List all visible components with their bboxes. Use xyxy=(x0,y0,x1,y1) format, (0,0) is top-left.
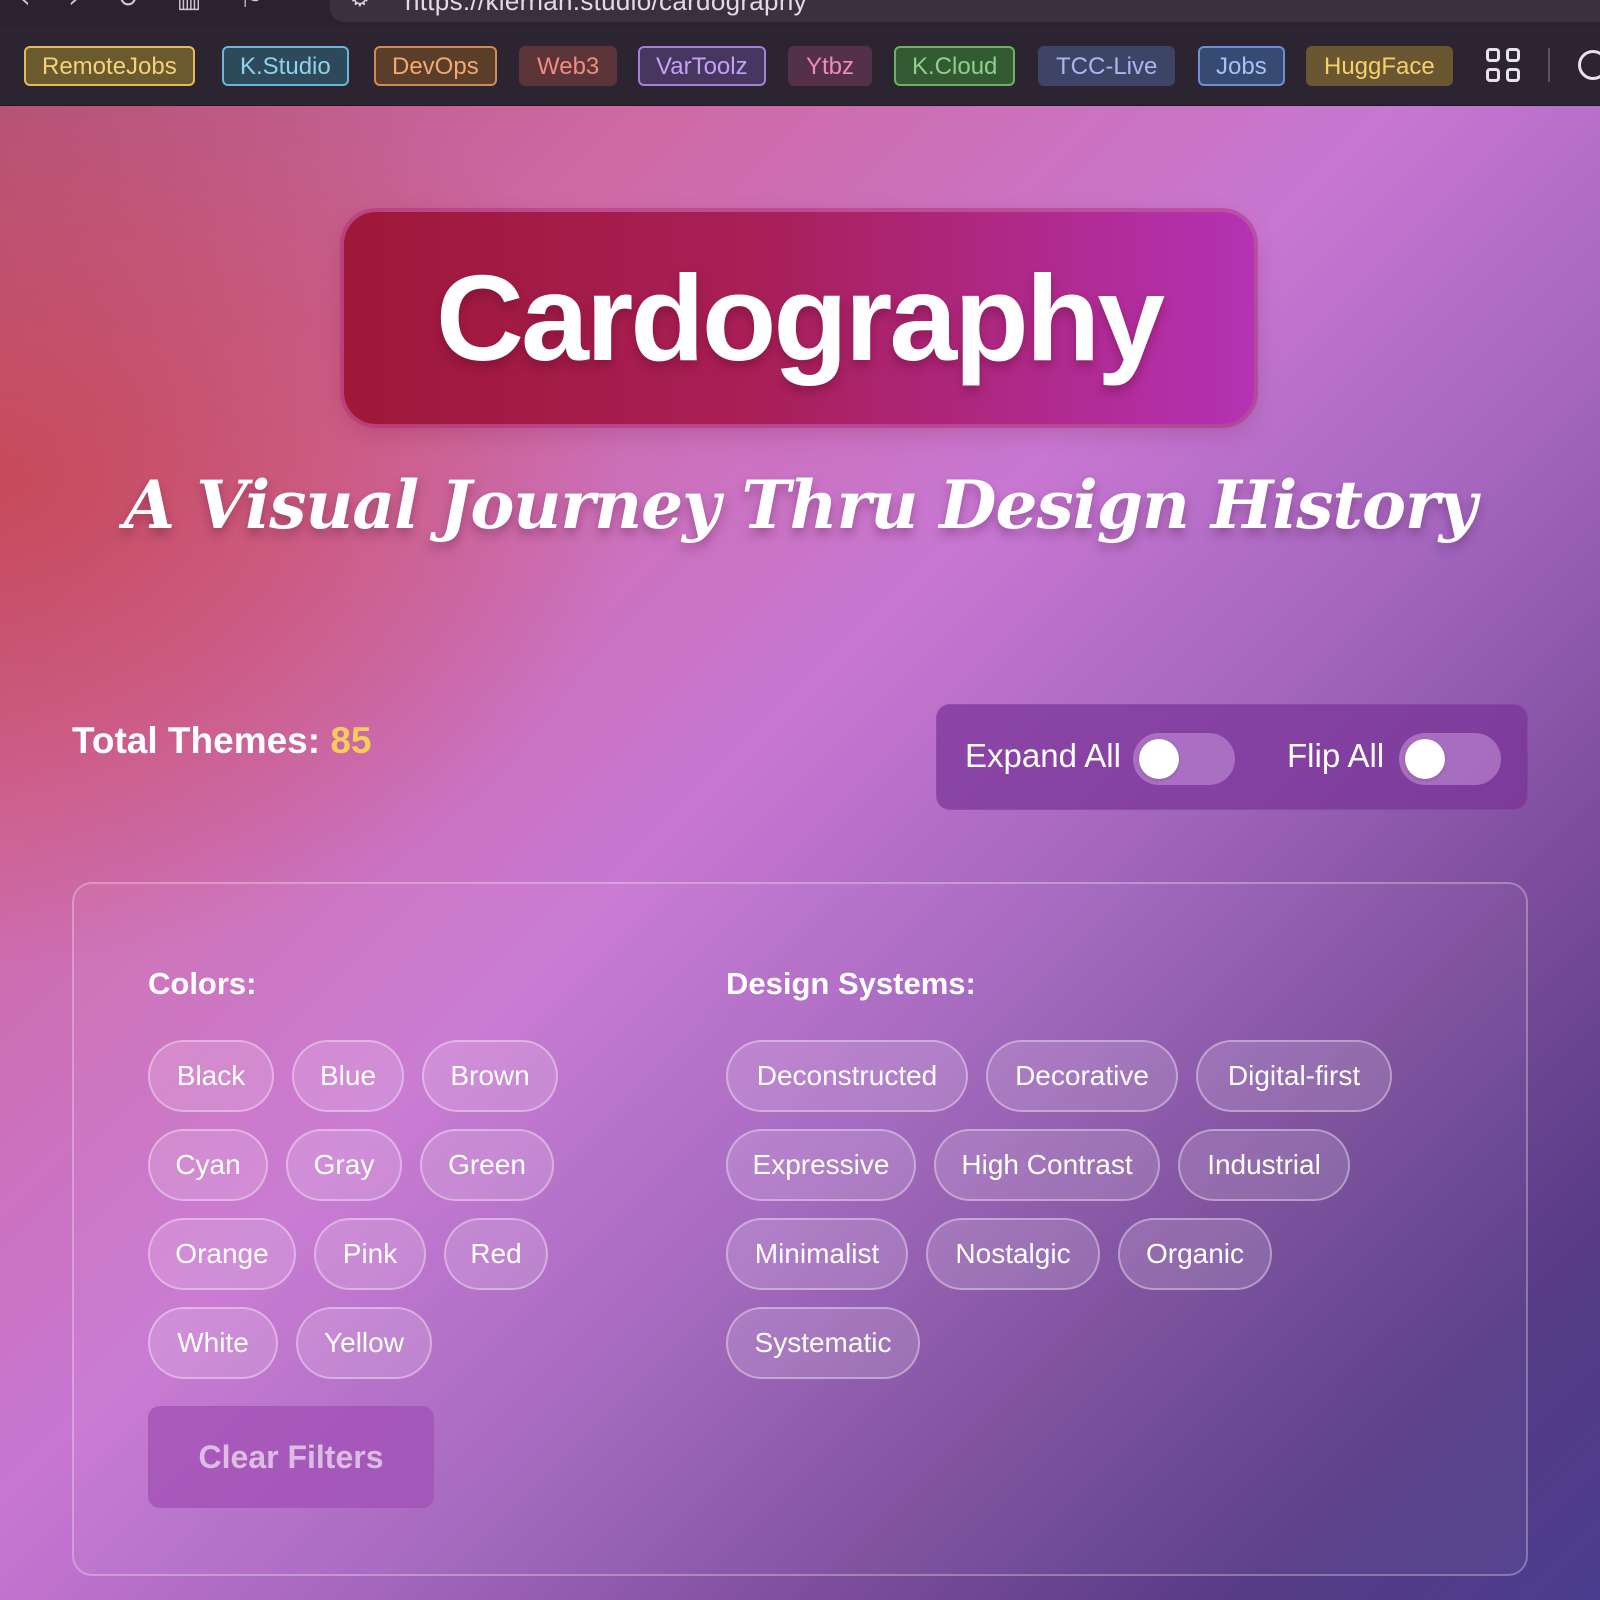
design-systems-heading: Design Systems: xyxy=(726,966,976,1001)
filter-chip-orange[interactable]: Orange xyxy=(148,1218,296,1290)
bookmark-tcc-live[interactable]: TCC-Live xyxy=(1038,46,1176,86)
filter-panel: Colors: Black Blue Brown Cyan Gray Green… xyxy=(72,882,1528,1576)
bookmark-kcloud[interactable]: K.Cloud xyxy=(894,46,1016,86)
browser-nav: ‹ › ↻ ▥ ⚑ xyxy=(20,0,263,12)
reload-icon[interactable]: ↻ xyxy=(117,0,139,12)
extension-icon[interactable] xyxy=(1578,50,1600,80)
filter-chip-decorative[interactable]: Decorative xyxy=(986,1040,1178,1112)
filter-chip-organic[interactable]: Organic xyxy=(1118,1218,1272,1290)
bookmark-web3[interactable]: Web3 xyxy=(519,46,618,86)
filter-chip-brown[interactable]: Brown xyxy=(422,1040,558,1112)
filter-chip-red[interactable]: Red xyxy=(444,1218,548,1290)
page-body: Cardography A Visual Journey Thru Design… xyxy=(0,106,1600,1600)
filter-chip-green[interactable]: Green xyxy=(420,1129,554,1201)
bookmark-devops[interactable]: DevOps xyxy=(374,46,497,86)
browser-toolbar: ‹ › ↻ ▥ ⚑ ⚙ https://kiernan.studio/cardo… xyxy=(0,0,1600,26)
total-themes-count: 85 xyxy=(330,720,372,761)
filter-chip-high-contrast[interactable]: High Contrast xyxy=(934,1129,1160,1201)
bookmark-kstudio[interactable]: K.Studio xyxy=(222,46,349,86)
filter-chip-pink[interactable]: Pink xyxy=(314,1218,426,1290)
filter-chip-expressive[interactable]: Expressive xyxy=(726,1129,916,1201)
bookmarks-bar: RemoteJobs K.Studio DevOps Web3 VarToolz… xyxy=(0,26,1600,106)
total-themes-label: Total Themes: xyxy=(72,720,321,761)
bookmark-remotejobs[interactable]: RemoteJobs xyxy=(24,46,195,86)
bookmarks-divider xyxy=(1548,48,1550,82)
filter-chip-industrial[interactable]: Industrial xyxy=(1178,1129,1350,1201)
filter-chip-cyan[interactable]: Cyan xyxy=(148,1129,268,1201)
forward-icon[interactable]: › xyxy=(68,0,78,12)
expand-all-label: Expand All xyxy=(965,737,1121,774)
page-subtitle: A Visual Journey Thru Design History xyxy=(123,466,1477,544)
flip-all-toggle[interactable] xyxy=(1399,733,1501,785)
filter-chip-nostalgic[interactable]: Nostalgic xyxy=(926,1218,1100,1290)
site-settings-icon[interactable]: ⚙ xyxy=(350,0,370,12)
url-text[interactable]: https://kiernan.studio/cardography xyxy=(405,0,807,17)
filter-chip-yellow[interactable]: Yellow xyxy=(296,1307,432,1379)
total-themes: Total Themes: 85 xyxy=(72,720,372,762)
colors-heading: Colors: xyxy=(148,966,257,1001)
filter-chip-systematic[interactable]: Systematic xyxy=(726,1307,920,1379)
toggle-panel: Expand All Flip All xyxy=(936,704,1528,810)
title-banner: Cardography xyxy=(344,212,1254,424)
clear-filters-button[interactable]: Clear Filters xyxy=(148,1406,434,1508)
flip-all-knob xyxy=(1405,739,1445,779)
apps-grid-icon[interactable] xyxy=(1486,48,1520,82)
expand-all-knob xyxy=(1139,739,1179,779)
library-icon[interactable]: ▥ xyxy=(177,0,202,12)
flip-all-label: Flip All xyxy=(1287,737,1385,774)
back-icon[interactable]: ‹ xyxy=(20,0,30,12)
filter-chip-digital-first[interactable]: Digital-first xyxy=(1196,1040,1392,1112)
page-title: Cardography xyxy=(435,250,1165,386)
filter-chip-white[interactable]: White xyxy=(148,1307,278,1379)
filter-chip-black[interactable]: Black xyxy=(148,1040,274,1112)
bookmark-huggface[interactable]: HuggFace xyxy=(1306,46,1453,86)
expand-all-toggle[interactable] xyxy=(1133,733,1235,785)
bookmark-icon[interactable]: ⚑ xyxy=(239,0,262,12)
bookmark-ytbz[interactable]: Ytbz xyxy=(788,46,873,86)
bookmark-jobs[interactable]: Jobs xyxy=(1198,46,1285,86)
filter-chip-gray[interactable]: Gray xyxy=(286,1129,402,1201)
filter-chip-minimalist[interactable]: Minimalist xyxy=(726,1218,908,1290)
filter-chip-blue[interactable]: Blue xyxy=(292,1040,404,1112)
bookmark-vartoolz[interactable]: VarToolz xyxy=(638,46,766,86)
filter-chip-deconstructed[interactable]: Deconstructed xyxy=(726,1040,968,1112)
